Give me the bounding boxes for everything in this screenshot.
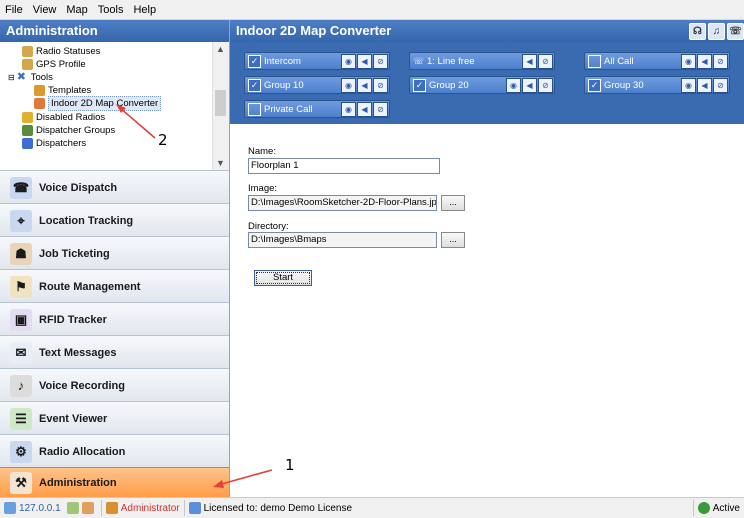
annotation-label-1: 1: [285, 456, 295, 474]
status-bar: 127.0.0.1 Administrator Licensed to: dem…: [0, 497, 744, 518]
arrow-2: [119, 107, 156, 139]
annotation-label-2: 2: [158, 131, 168, 149]
car-icon: [81, 502, 94, 514]
status-ip: 127.0.0.1: [0, 500, 102, 516]
license-icon: [188, 502, 201, 514]
network-icon: [4, 502, 16, 514]
check-icon: [697, 502, 710, 514]
arrow-1-head: [213, 480, 224, 488]
users-icon: [66, 502, 79, 514]
annotation-arrows: [116, 104, 273, 488]
user-icon: [105, 502, 118, 514]
status-user: Administrator: [102, 500, 185, 516]
arrow-1: [217, 469, 273, 486]
status-license: Licensed to: demo Demo License: [185, 500, 694, 516]
status-active: Active: [694, 500, 744, 516]
